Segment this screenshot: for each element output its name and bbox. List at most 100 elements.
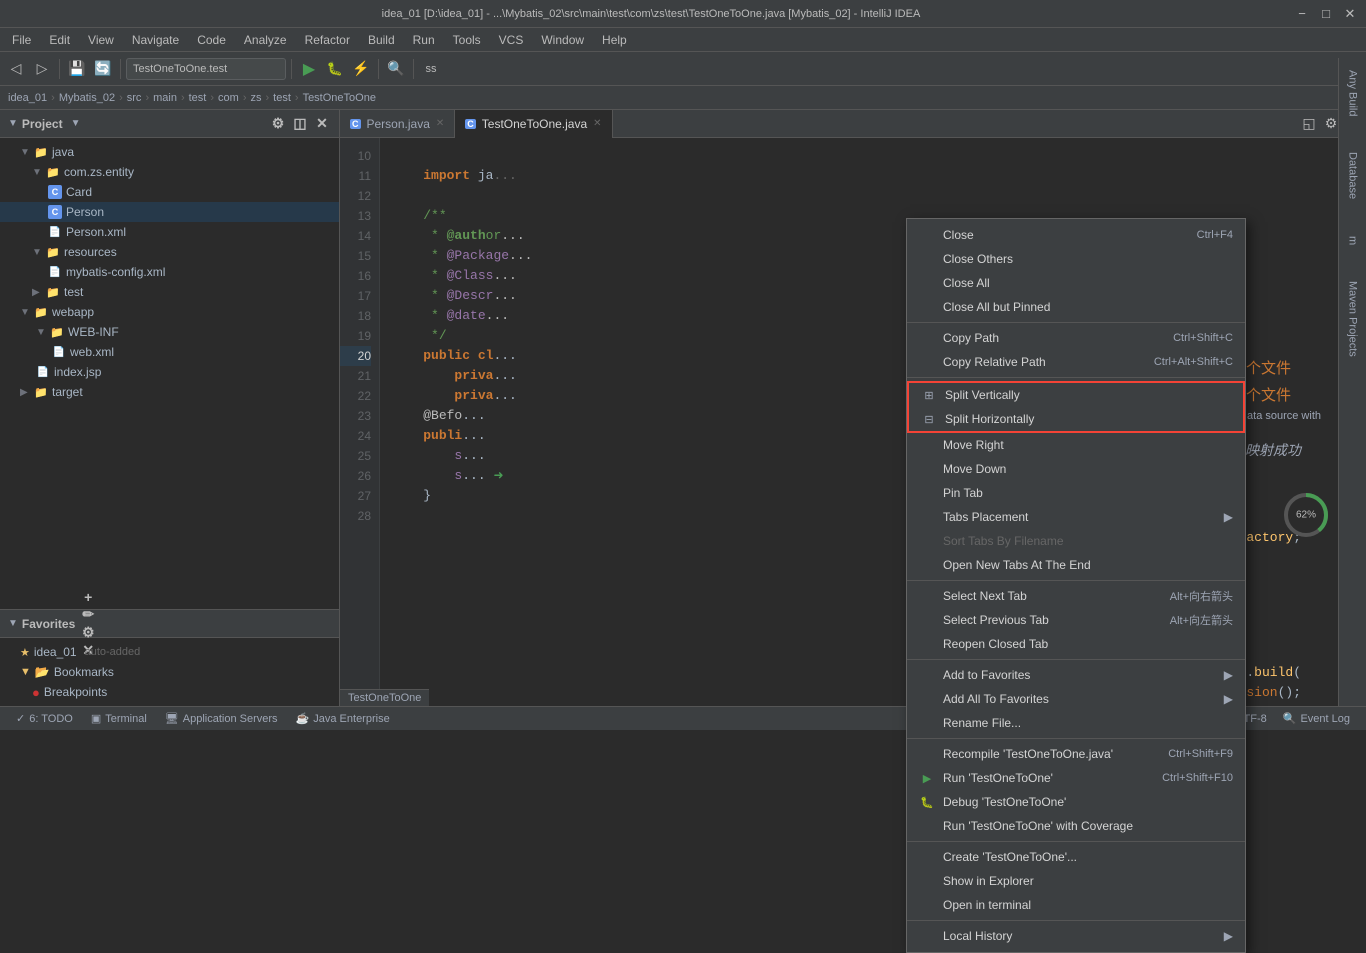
tree-item-indexjsp[interactable]: 📄 index.jsp	[0, 362, 339, 382]
menu-split-horizontally[interactable]: ⊟ Split Horizontally	[909, 407, 1243, 431]
bc-mybatis02[interactable]: Mybatis_02	[59, 92, 115, 104]
menu-view[interactable]: View	[80, 31, 122, 49]
menu-create[interactable]: Create 'TestOneToOne'...	[907, 845, 1245, 869]
menu-reopen-closed[interactable]: Reopen Closed Tab	[907, 632, 1245, 656]
fav-edit-btn[interactable]: ✏	[79, 606, 97, 624]
fav-item-bookmarks[interactable]: ▼ 📂 Bookmarks	[0, 662, 339, 682]
menu-close-all[interactable]: Close All	[907, 271, 1245, 295]
menu-refactor[interactable]: Refactor	[297, 31, 358, 49]
project-close-btn[interactable]: ✕	[313, 115, 331, 133]
menu-open-new-tabs[interactable]: Open New Tabs At The End	[907, 553, 1245, 577]
bc-main[interactable]: main	[153, 92, 177, 104]
debug-button[interactable]: 🐛	[323, 57, 347, 81]
menu-move-right[interactable]: Move Right	[907, 433, 1245, 457]
coverage-button[interactable]: ⚡	[349, 57, 373, 81]
menu-build[interactable]: Build	[360, 31, 403, 49]
menu-split-vertically[interactable]: ⊞ Split Vertically	[909, 383, 1243, 407]
right-tab-maven[interactable]: Maven Projects	[1345, 277, 1361, 361]
project-collapse-btn[interactable]: ◫	[291, 115, 309, 133]
tree-item-entity[interactable]: ▼ 📁 com.zs.entity	[0, 162, 339, 182]
menu-open-terminal[interactable]: Open in terminal	[907, 893, 1245, 917]
toolbar-back[interactable]: ◁	[4, 57, 28, 81]
tree-item-java[interactable]: ▼ 📁 java	[0, 142, 339, 162]
bc-test[interactable]: test	[189, 92, 207, 104]
run-button[interactable]: ▶	[297, 57, 321, 81]
tab-person-close[interactable]: ✕	[436, 118, 444, 129]
toolbar-sync[interactable]: 🔄	[91, 57, 115, 81]
tree-item-test[interactable]: ▶ 📁 test	[0, 282, 339, 302]
close-button[interactable]: ✕	[1342, 6, 1358, 22]
java-enterprise-btn[interactable]: ☕ Java Enterprise	[288, 707, 398, 731]
menu-copy-relative-path[interactable]: Copy Relative Path Ctrl+Alt+Shift+C	[907, 350, 1245, 374]
menu-analyze[interactable]: Analyze	[236, 31, 295, 49]
terminal-btn[interactable]: ▣ Terminal	[83, 707, 155, 731]
menu-vcs[interactable]: VCS	[491, 31, 532, 49]
menu-copy-path[interactable]: Copy Path Ctrl+Shift+C	[907, 326, 1245, 350]
menu-window[interactable]: Window	[533, 31, 592, 49]
menu-navigate[interactable]: Navigate	[124, 31, 187, 49]
tree-item-person[interactable]: C Person	[0, 202, 339, 222]
menu-code[interactable]: Code	[189, 31, 234, 49]
menu-file[interactable]: File	[4, 31, 39, 49]
project-panel: ▼ Project ▼ ⚙ ◫ ✕ ▼ 📁 java ▼ 📁 com.zs.en…	[0, 110, 340, 706]
right-tab-anybuild[interactable]: Any Build	[1345, 66, 1361, 120]
bc-zs[interactable]: zs	[250, 92, 261, 104]
maximize-button[interactable]: □	[1318, 6, 1334, 22]
run-config-input[interactable]	[126, 58, 286, 80]
menu-edit[interactable]: Edit	[41, 31, 78, 49]
toolbar-save[interactable]: 💾	[65, 57, 89, 81]
datasource-text: ata source with	[1247, 410, 1321, 422]
fav-add-btn[interactable]: +	[79, 588, 97, 606]
menu-close-all-pinned[interactable]: Close All but Pinned	[907, 295, 1245, 319]
menu-debug[interactable]: 🐛 Debug 'TestOneToOne'	[907, 790, 1245, 814]
tree-item-personxml[interactable]: 📄 Person.xml	[0, 222, 339, 242]
minimize-button[interactable]: −	[1294, 6, 1310, 22]
app-servers-btn[interactable]: 🖥 Application Servers	[157, 707, 286, 731]
toolbar-ss[interactable]: ss	[419, 57, 443, 81]
tab-person[interactable]: C Person.java ✕	[340, 110, 455, 138]
tree-item-webapp[interactable]: ▼ 📁 webapp	[0, 302, 339, 322]
bc-file[interactable]: TestOneToOne	[303, 92, 376, 104]
menu-show-explorer[interactable]: Show in Explorer	[907, 869, 1245, 893]
fav-settings-btn[interactable]: ⚙	[79, 624, 97, 642]
fav-item-breakpoints[interactable]: ● Breakpoints	[0, 682, 339, 702]
menu-add-to-favorites[interactable]: Add to Favorites ▶	[907, 663, 1245, 687]
bc-src[interactable]: src	[127, 92, 142, 104]
tree-item-target[interactable]: ▶ 📁 target	[0, 382, 339, 402]
project-settings-btn[interactable]: ⚙	[269, 115, 287, 133]
tree-item-webinf[interactable]: ▼ 📁 WEB-INF	[0, 322, 339, 342]
menu-help[interactable]: Help	[594, 31, 635, 49]
tree-item-webxml[interactable]: 📄 web.xml	[0, 342, 339, 362]
tree-item-card[interactable]: C Card	[0, 182, 339, 202]
menu-local-history[interactable]: Local History ▶	[907, 924, 1245, 948]
menu-run[interactable]: Run	[405, 31, 443, 49]
menu-run[interactable]: ▶ Run 'TestOneToOne' Ctrl+Shift+F10	[907, 766, 1245, 790]
editor-recent-btn[interactable]: ◱	[1300, 115, 1318, 133]
menu-recompile[interactable]: Recompile 'TestOneToOne.java' Ctrl+Shift…	[907, 742, 1245, 766]
tree-item-mybatis-config[interactable]: 📄 mybatis-config.xml	[0, 262, 339, 282]
tab-testonetoone-close[interactable]: ✕	[593, 118, 601, 129]
menu-run-coverage[interactable]: Run 'TestOneToOne' with Coverage	[907, 814, 1245, 838]
tab-testonetone[interactable]: C TestOneToOne.java ✕	[455, 110, 612, 138]
bc-com[interactable]: com	[218, 92, 239, 104]
menu-tools[interactable]: Tools	[445, 31, 489, 49]
tree-item-resources[interactable]: ▼ 📁 resources	[0, 242, 339, 262]
menu-close-others[interactable]: Close Others	[907, 247, 1245, 271]
todo-btn[interactable]: ✓ 6: TODO	[8, 707, 81, 731]
event-log-btn[interactable]: 🔍 Event Log	[1275, 707, 1358, 731]
menu-close[interactable]: Close Ctrl+F4	[907, 223, 1245, 247]
toolbar-search[interactable]: 🔍	[384, 57, 408, 81]
menu-rename-file[interactable]: Rename File...	[907, 711, 1245, 735]
fav-item-idea01[interactable]: ★ idea_01 auto-added	[0, 642, 339, 662]
menu-select-next-tab[interactable]: Select Next Tab Alt+向右箭头	[907, 584, 1245, 608]
menu-tabs-placement[interactable]: Tabs Placement ▶	[907, 505, 1245, 529]
bc-idea01[interactable]: idea_01	[8, 92, 47, 104]
menu-select-prev-tab[interactable]: Select Previous Tab Alt+向左箭头	[907, 608, 1245, 632]
right-tab-database[interactable]: Database	[1345, 148, 1361, 203]
toolbar-forward[interactable]: ▷	[30, 57, 54, 81]
right-tab-m[interactable]: m	[1345, 232, 1361, 249]
bc-test2[interactable]: test	[273, 92, 291, 104]
menu-pin-tab[interactable]: Pin Tab	[907, 481, 1245, 505]
menu-add-all-favorites[interactable]: Add All To Favorites ▶	[907, 687, 1245, 711]
menu-move-down[interactable]: Move Down	[907, 457, 1245, 481]
